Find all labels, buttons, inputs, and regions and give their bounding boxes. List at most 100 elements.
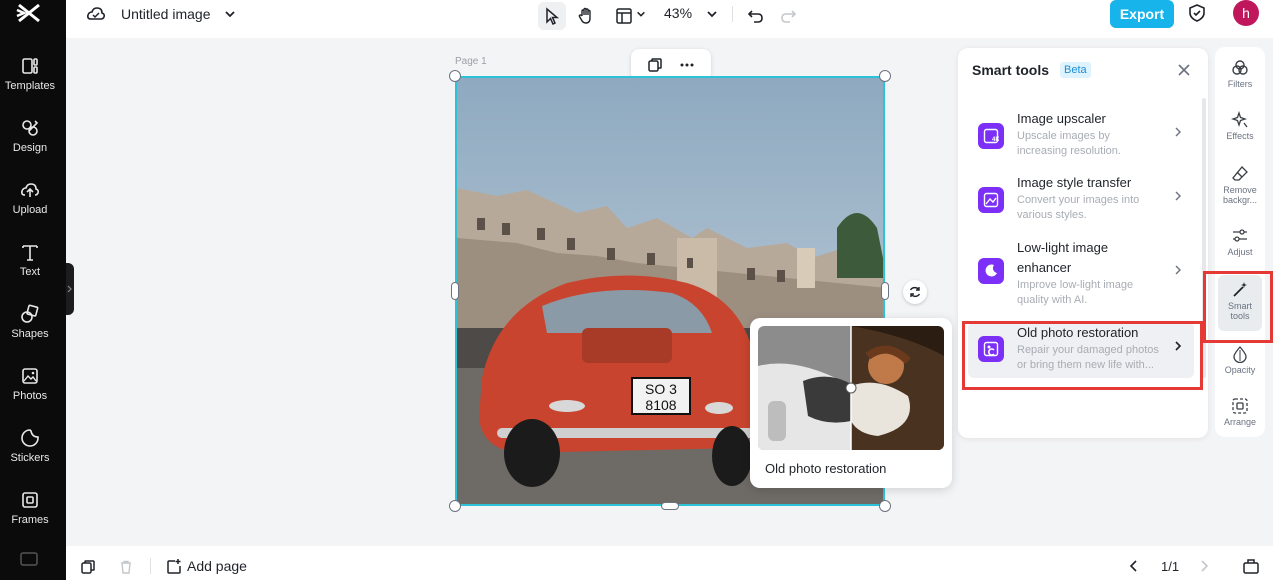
chevron-left-icon[interactable] xyxy=(1128,560,1140,572)
eraser-icon xyxy=(1232,166,1248,181)
rotate-button[interactable] xyxy=(903,280,927,304)
tool-low-light-enhancer[interactable]: Low-light image enhancer Improve low-lig… xyxy=(968,234,1194,316)
rail-item-label: Arrange xyxy=(1223,417,1257,427)
avatar[interactable]: h xyxy=(1233,0,1259,26)
sidebar-item-label: Design xyxy=(12,142,48,154)
sidebar-item-label: Text xyxy=(19,266,41,278)
tool-description: Convert your images into xyxy=(1017,194,1140,206)
sidebar-item-shapes[interactable]: Shapes xyxy=(0,304,60,356)
upscaler-icon: 4K xyxy=(978,123,1004,149)
svg-text:4K: 4K xyxy=(992,137,999,143)
trash-icon[interactable] xyxy=(118,559,134,575)
left-sidebar: Templates Design Upload Text Shapes Phot… xyxy=(0,0,66,580)
redo-icon xyxy=(781,10,797,23)
tool-name: Image upscaler xyxy=(1017,111,1106,126)
sidebar-item-label: Upload xyxy=(12,204,48,216)
panel-title: Smart tools xyxy=(972,62,1050,78)
page-manager-icon[interactable] xyxy=(1242,558,1260,574)
tool-image-upscaler[interactable]: 4K Image upscaler Upscale images by incr… xyxy=(968,106,1194,166)
hand-tool-button[interactable] xyxy=(572,2,600,30)
chevron-down-icon[interactable] xyxy=(636,9,646,19)
resize-handle-top-right[interactable] xyxy=(879,70,891,82)
tool-preview-card: Old photo restoration xyxy=(750,318,952,488)
sidebar-item-text[interactable]: Text xyxy=(0,242,60,294)
cursor-icon xyxy=(546,7,560,25)
rail-item-label: Opacity xyxy=(1224,365,1256,375)
divider xyxy=(150,558,151,574)
highlight-annotation-old-photo-restoration xyxy=(962,321,1203,390)
chevron-right-icon[interactable] xyxy=(1198,560,1210,572)
text-icon xyxy=(22,245,38,261)
capcut-logo-icon[interactable] xyxy=(16,2,42,24)
tool-image-style-transfer[interactable]: Image style transfer Convert your images… xyxy=(968,170,1194,230)
before-after-preview-image xyxy=(758,326,944,450)
effects-icon xyxy=(1231,111,1248,128)
shield-icon[interactable] xyxy=(1187,3,1207,23)
hand-icon xyxy=(578,7,591,24)
chevron-down-icon[interactable] xyxy=(706,8,718,20)
zoom-level[interactable]: 43% xyxy=(664,5,692,21)
sidebar-item-label: Frames xyxy=(11,514,49,526)
tool-description: quality with AI. xyxy=(1017,294,1088,306)
rail-item-filters[interactable]: Filters xyxy=(1218,53,1262,105)
rotate-icon xyxy=(909,286,921,298)
rail-item-opacity[interactable]: Opacity xyxy=(1218,339,1262,391)
rail-item-remove-background[interactable]: Remove backgr... xyxy=(1218,159,1262,219)
tool-description: Improve low-light image xyxy=(1017,279,1134,291)
layers-icon[interactable] xyxy=(80,559,96,575)
resize-handle-left[interactable] xyxy=(451,282,459,300)
rail-item-arrange[interactable]: Arrange xyxy=(1218,391,1262,443)
add-page-icon[interactable] xyxy=(165,558,183,576)
sidebar-item-photos[interactable]: Photos xyxy=(0,366,60,418)
sidebar-item-design[interactable]: Design xyxy=(0,118,60,170)
resize-handle-bottom-right[interactable] xyxy=(879,500,891,512)
close-icon[interactable] xyxy=(1176,62,1192,78)
sidebar-item-stickers[interactable]: Stickers xyxy=(0,428,60,480)
resize-handle-top-left[interactable] xyxy=(449,70,461,82)
rail-item-effects[interactable]: Effects xyxy=(1218,105,1262,157)
more-tools-icon[interactable] xyxy=(20,552,38,566)
rail-item-label: Remove xyxy=(1223,185,1257,195)
tool-description: Upscale images by xyxy=(1017,130,1110,142)
sidebar-collapse-handle[interactable] xyxy=(66,263,74,315)
moon-icon xyxy=(978,258,1004,284)
redo-button[interactable] xyxy=(774,2,802,30)
layout-button[interactable] xyxy=(610,2,638,30)
sidebar-item-upload[interactable]: Upload xyxy=(0,180,60,232)
undo-button[interactable] xyxy=(742,2,770,30)
preview-label: Old photo restoration xyxy=(765,461,887,476)
sidebar-item-label: Templates xyxy=(4,80,56,92)
sidebar-item-templates[interactable]: Templates xyxy=(0,56,60,108)
beta-badge: Beta xyxy=(1060,62,1091,78)
tool-name: enhancer xyxy=(1017,260,1072,275)
rail-item-label: Effects xyxy=(1226,131,1254,141)
rail-item-adjust[interactable]: Adjust xyxy=(1218,221,1262,273)
droplet-icon xyxy=(1233,346,1247,363)
top-bar: Untitled image 43% Export h xyxy=(66,0,1273,38)
tool-description: increasing resolution. xyxy=(1017,145,1121,157)
arrange-icon xyxy=(1232,398,1248,414)
resize-handle-bottom-left[interactable] xyxy=(449,500,461,512)
style-transfer-icon xyxy=(978,187,1004,213)
sidebar-item-label: Stickers xyxy=(10,452,50,464)
design-icon xyxy=(22,120,39,136)
undo-icon xyxy=(747,10,763,23)
chevron-down-icon[interactable] xyxy=(224,8,236,20)
layout-icon xyxy=(616,8,632,24)
duplicate-icon[interactable] xyxy=(647,57,663,73)
add-page-button[interactable]: Add page xyxy=(187,558,247,574)
page-counter: 1/1 xyxy=(1161,559,1180,574)
more-options-icon[interactable] xyxy=(679,57,695,73)
export-button[interactable]: Export xyxy=(1110,0,1174,28)
select-tool-button[interactable] xyxy=(538,2,566,30)
resize-handle-bottom[interactable] xyxy=(661,502,679,510)
sidebar-item-label: Shapes xyxy=(11,328,49,340)
cloud-sync-icon[interactable] xyxy=(86,4,106,24)
divider xyxy=(732,6,733,22)
sidebar-item-label: Photos xyxy=(12,390,48,402)
templates-icon xyxy=(22,58,38,74)
document-title[interactable]: Untitled image xyxy=(121,6,211,22)
resize-handle-right[interactable] xyxy=(881,282,889,300)
sidebar-item-frames[interactable]: Frames xyxy=(0,490,60,542)
frames-icon xyxy=(22,492,38,508)
